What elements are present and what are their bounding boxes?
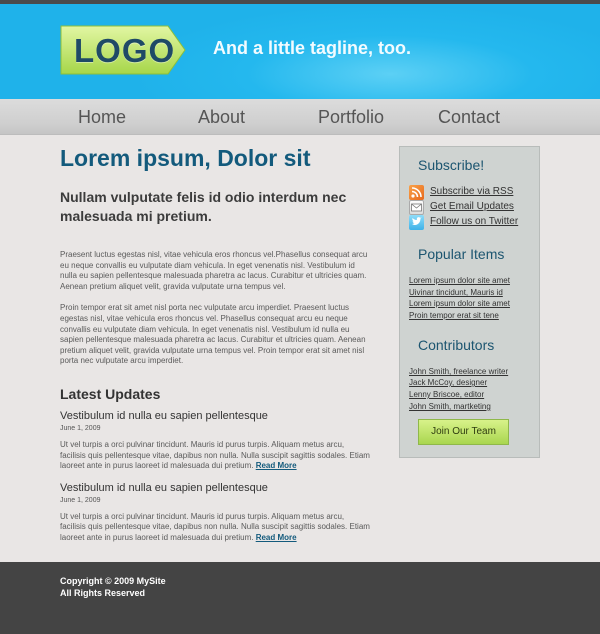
nav-item-about[interactable]: About <box>198 107 245 128</box>
update-date: June 1, 2009 <box>60 496 101 504</box>
twitter-follow-link[interactable]: Follow us on Twitter <box>409 215 539 230</box>
twitter-follow-label: Follow us on Twitter <box>430 216 519 227</box>
page-title: Lorem ipsum, Dolor sit <box>60 145 311 171</box>
popular-item-link[interactable]: Proin tempor erat sit tene <box>409 311 499 320</box>
logo[interactable]: LOGO <box>60 25 186 75</box>
update-body-text: Ut vel turpis a orci pulvinar tincidunt.… <box>60 511 370 542</box>
update-item: Vestibulum id nulla eu sapien pellentesq… <box>60 410 370 472</box>
site-header: LOGO And a little tagline, too. <box>0 4 600 99</box>
email-updates-label: Get Email Updates <box>430 201 514 212</box>
contributors-heading: Contributors <box>418 337 495 353</box>
rss-icon <box>409 185 424 200</box>
update-date: June 1, 2009 <box>60 424 101 432</box>
update-title: Vestibulum id nulla eu sapien pellentesq… <box>60 409 268 422</box>
sidebar: Subscribe! Subscribe via RSS Get Email U… <box>399 146 540 458</box>
subscribe-rss-label: Subscribe via RSS <box>430 186 514 197</box>
logo-text: LOGO <box>74 32 176 69</box>
contributor-link[interactable]: Lenny Briscoe, editor <box>409 390 484 399</box>
update-title: Vestibulum id nulla eu sapien pellentesq… <box>60 481 268 494</box>
update-body: Ut vel turpis a orci pulvinar tincidunt.… <box>60 512 370 544</box>
site-footer: Copyright © 2009 MySite All Rights Reser… <box>0 562 600 634</box>
popular-items-heading: Popular Items <box>418 246 505 262</box>
popular-item-link[interactable]: Lorem ipsum dolor site amet <box>409 276 510 285</box>
main-nav: Home About Portfolio Contact <box>0 99 600 135</box>
page-subtitle: Nullam vulputate felis id odio interdum … <box>60 189 347 224</box>
update-item: Vestibulum id nulla eu sapien pellentesq… <box>60 482 370 544</box>
popular-item-link[interactable]: Uivinar tincidunt, Mauris id <box>409 288 503 297</box>
contributor-link[interactable]: John Smith, martketing <box>409 402 491 411</box>
nav-item-home[interactable]: Home <box>78 107 126 128</box>
body-paragraph: Proin tempor erat sit amet nisl porta ne… <box>60 303 366 366</box>
read-more-link[interactable]: Read More <box>256 533 297 542</box>
subscribe-rss-link[interactable]: Subscribe via RSS <box>409 185 539 200</box>
tagline: And a little tagline, too. <box>213 38 411 58</box>
contributor-link[interactable]: Jack McCoy, designer <box>409 378 487 387</box>
main-content: Lorem ipsum, Dolor sit Nullam vulputate … <box>60 145 370 544</box>
twitter-icon <box>409 215 424 230</box>
read-more-link[interactable]: Read More <box>256 461 297 470</box>
email-icon <box>409 200 424 215</box>
subscribe-heading: Subscribe! <box>418 157 485 173</box>
join-our-team-button[interactable]: Join Our Team <box>418 419 509 445</box>
contributor-link[interactable]: John Smith, freelance writer <box>409 367 508 376</box>
email-updates-link[interactable]: Get Email Updates <box>409 200 539 215</box>
nav-item-contact[interactable]: Contact <box>438 107 500 128</box>
footer-rights: All Rights Reserved <box>60 588 146 598</box>
footer-copyright: Copyright © 2009 MySite <box>60 576 166 586</box>
popular-item-link[interactable]: Lorem ipsum dolor site amet <box>409 299 510 308</box>
update-body-text: Ut vel turpis a orci pulvinar tincidunt.… <box>60 439 370 471</box>
intro-paragraph: Praesent luctus egestas nisl, vitae vehi… <box>60 250 368 291</box>
update-body: Ut vel turpis a orci pulvinar tincidunt.… <box>60 440 370 472</box>
latest-updates-heading: Latest Updates <box>60 385 161 402</box>
nav-item-portfolio[interactable]: Portfolio <box>318 107 384 128</box>
